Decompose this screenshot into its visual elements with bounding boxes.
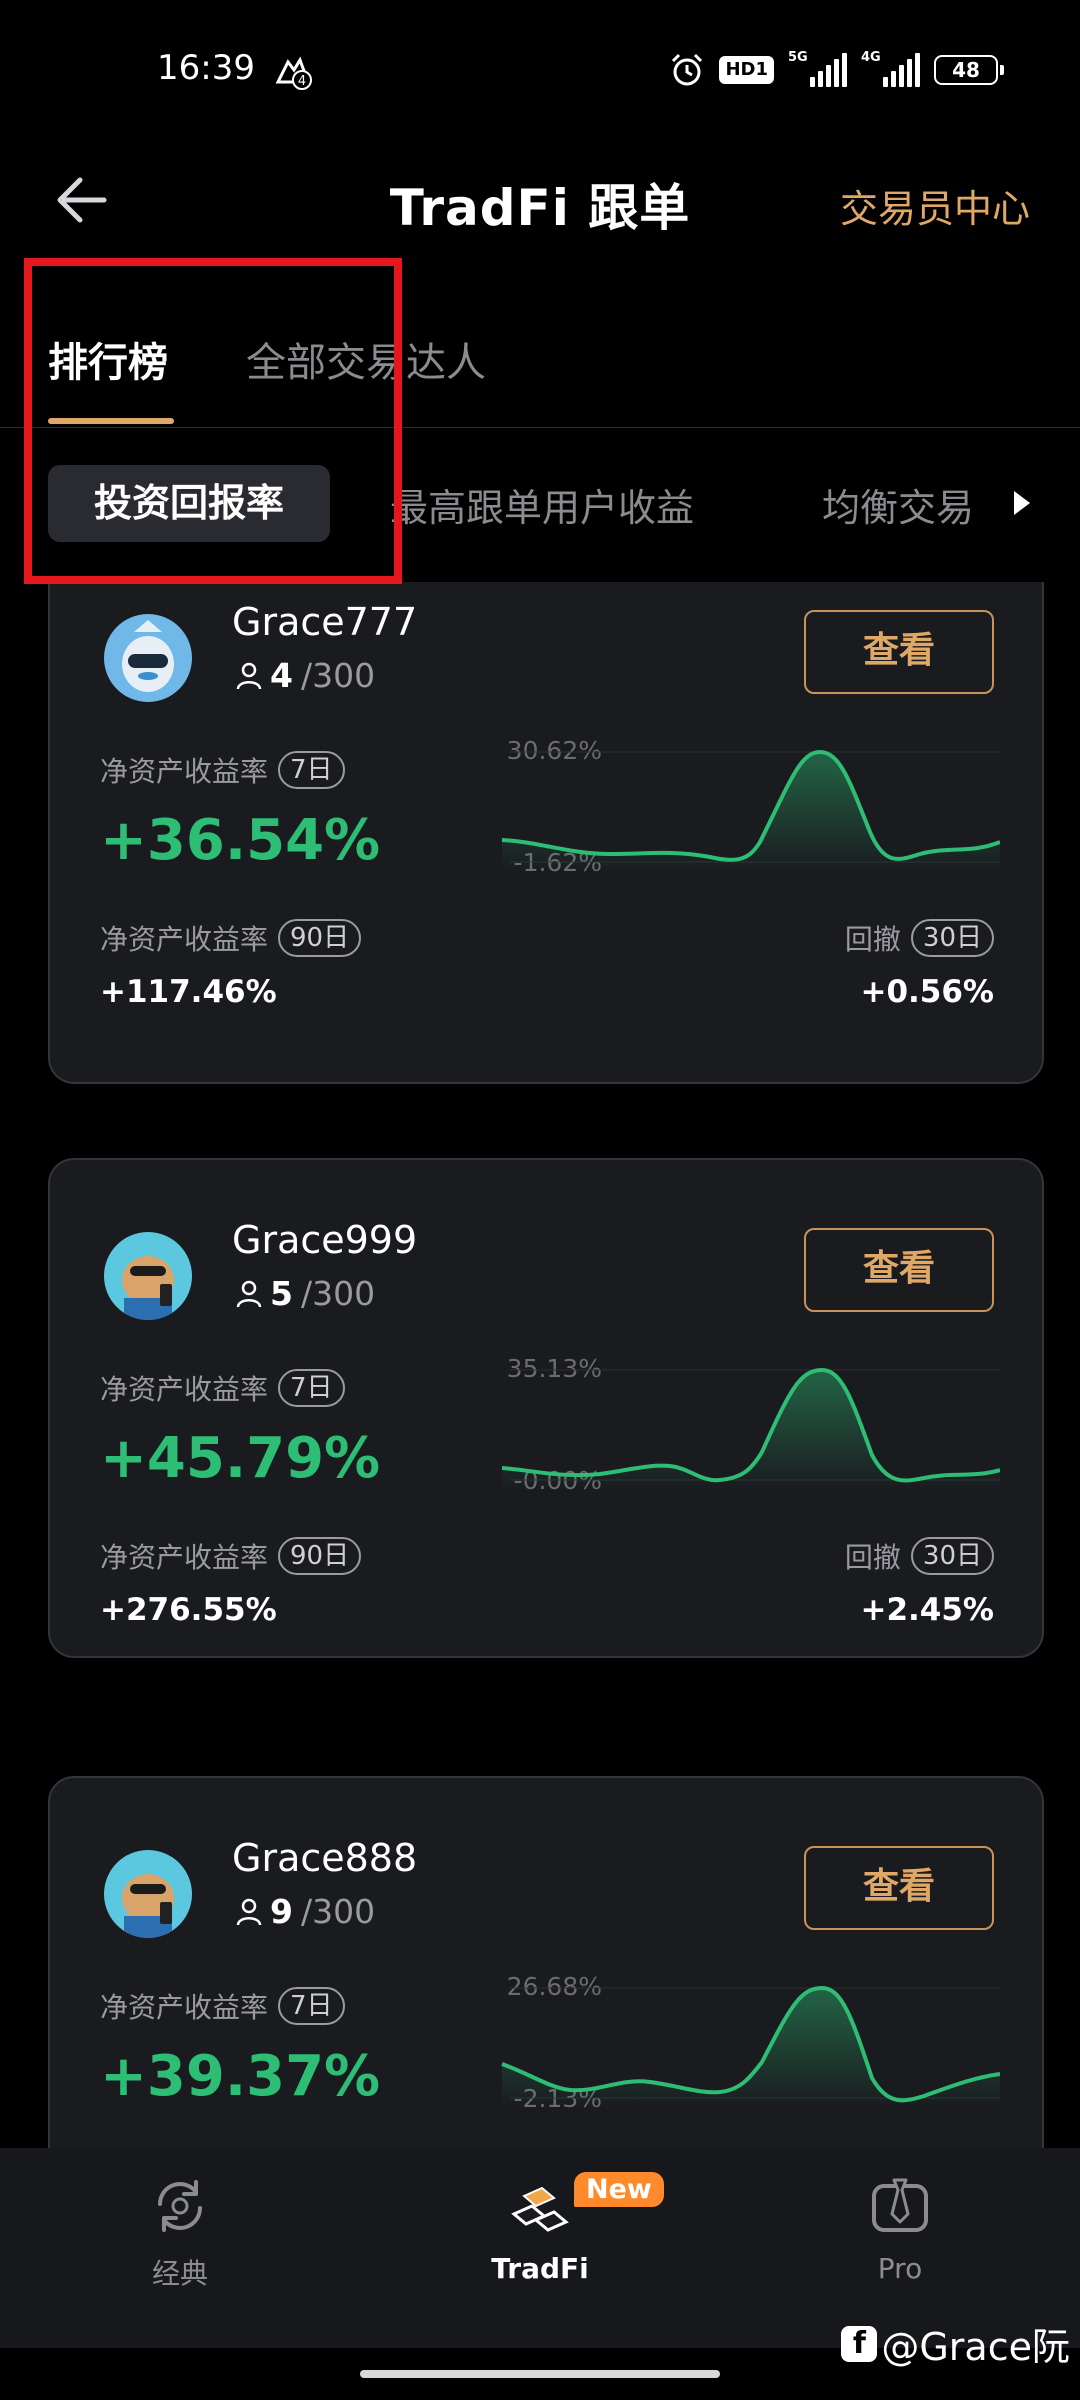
avatar	[104, 1232, 192, 1320]
roi-7d-label: 净资产收益率 7日	[100, 1368, 345, 1408]
svg-text:4: 4	[298, 74, 306, 89]
roi-90d-label: 净资产收益率 90日	[100, 918, 362, 958]
roi-sparkline-chart	[501, 1985, 1000, 2108]
gold-bars-icon	[511, 2186, 569, 2232]
battery-icon: 48	[934, 55, 1004, 85]
roi-sparkline-chart	[501, 749, 1000, 872]
nav-pro[interactable]: Pro	[800, 2174, 1000, 2285]
new-badge: New	[574, 2172, 664, 2207]
drawdown-value: +2.45%	[860, 1592, 994, 1628]
classic-swap-icon	[158, 2180, 202, 2232]
drawdown-label: 回撤 30日	[845, 1536, 994, 1576]
trader-card[interactable]: Grace777 4/300 查看 净资产收益率 7日 +36.54% 30.62…	[48, 582, 1044, 1084]
roi-7d-label: 净资产收益率 7日	[100, 1986, 345, 2026]
roi-7d-label: 净资产收益率 7日	[100, 750, 345, 790]
header: TradFi 跟单 交易员中心	[0, 150, 1080, 250]
drawdown-label: 回撤 30日	[845, 918, 994, 958]
trader-center-link[interactable]: 交易员中心	[840, 178, 1030, 233]
follower-count: 4/300	[236, 656, 375, 695]
trader-card[interactable]: Grace999 5/300 查看 净资产收益率 7日 +45.79% 35.13…	[48, 1158, 1044, 1658]
follower-count: 9/300	[236, 1892, 375, 1931]
notification-app-icon: 4	[275, 56, 312, 90]
user-icon	[236, 1898, 262, 1925]
home-indicator[interactable]	[360, 2370, 720, 2378]
social-logo-icon: f	[841, 2325, 878, 2362]
roi-90d-value: +276.55%	[100, 1592, 277, 1628]
trader-name: Grace999	[232, 1218, 418, 1262]
trader-name: Grace888	[232, 1836, 418, 1880]
trader-name: Grace777	[232, 600, 418, 644]
hd-voice-icon: HD1	[719, 56, 774, 84]
nav-classic[interactable]: 经典	[80, 2174, 280, 2292]
drawdown-value: +0.56%	[860, 974, 994, 1010]
subtab-balanced-trading[interactable]: 均衡交易	[822, 477, 972, 532]
signal-5g-icon: 5G	[788, 51, 847, 87]
watermark: f @Grace阮	[841, 2316, 1070, 2371]
red-highlight-box	[24, 258, 402, 584]
roi-7d-value: +39.37%	[100, 2044, 381, 2109]
status-bar: 16:39 4 HD1 5G 4G 48	[0, 0, 1080, 140]
subtab-top-follower-profit[interactable]: 最高跟单用户收益	[390, 477, 694, 532]
pro-tie-icon	[872, 2178, 928, 2232]
view-button[interactable]: 查看	[804, 610, 994, 694]
signal-4g-icon: 4G	[861, 51, 920, 87]
user-icon	[236, 662, 262, 689]
avatar	[104, 614, 192, 702]
roi-90d-value: +117.46%	[100, 974, 277, 1010]
view-button[interactable]: 查看	[804, 1846, 994, 1930]
roi-90d-label: 净资产收益率 90日	[100, 1536, 362, 1576]
roi-sparkline-chart	[501, 1367, 1000, 1490]
alarm-icon	[672, 53, 703, 86]
view-button[interactable]: 查看	[804, 1228, 994, 1312]
user-icon	[236, 1280, 262, 1307]
avatar	[104, 1850, 192, 1938]
status-icons: HD1 5G 4G 48	[669, 51, 1004, 88]
follower-count: 5/300	[236, 1274, 375, 1313]
roi-7d-value: +36.54%	[100, 808, 381, 873]
scroll-right-icon[interactable]	[1010, 489, 1032, 517]
roi-7d-value: +45.79%	[100, 1426, 381, 1491]
status-time: 16:39	[157, 48, 255, 88]
